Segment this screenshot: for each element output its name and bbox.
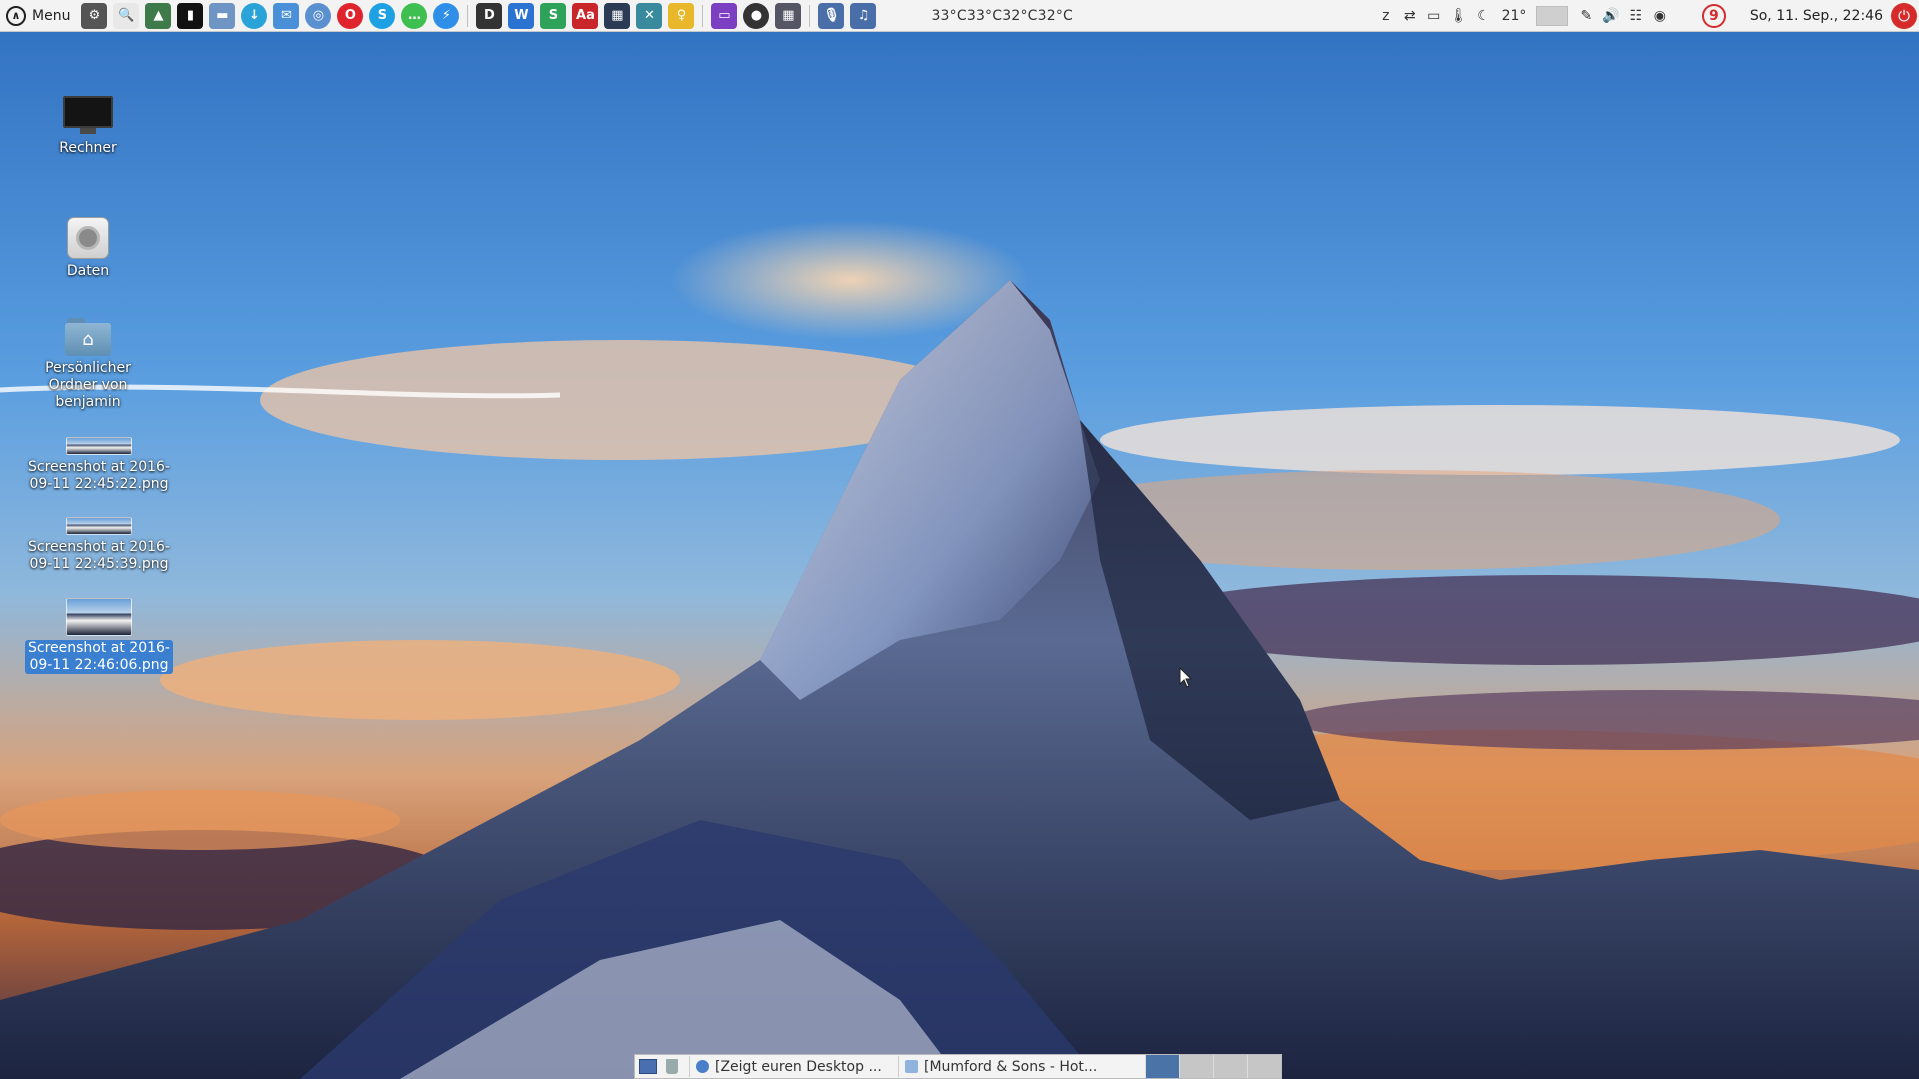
image-thumbnail-icon (66, 598, 132, 636)
pdf-reader-icon[interactable]: Aa (572, 2, 599, 29)
media-player-icon[interactable]: ● (743, 2, 770, 29)
system-tray: z ⇄ ▭ 🌡 ☾ 21° ✎ 🔊 ☷ ◉ 9 So, 11. Sep., 22:46 ⏻ (1374, 0, 1919, 32)
skype-icon[interactable]: S (369, 2, 396, 29)
mixer-icon[interactable]: ☷ (1624, 4, 1648, 28)
bottom-panel: [Zeigt euren Desktop ... [Mumford & Sons… (634, 1054, 1282, 1079)
trash-button[interactable] (661, 1056, 683, 1077)
image-viewer-icon[interactable]: ▲ (145, 2, 172, 29)
menu-logo-icon: ∧ (6, 5, 26, 26)
desktop-icon-home-folder[interactable]: ⌂ Persönlicher Ordner von benjamin (33, 318, 143, 411)
writer-icon[interactable]: W (508, 2, 535, 29)
home-folder-icon: ⌂ (65, 318, 111, 356)
image-thumbnail-icon (66, 517, 132, 535)
desktop-icon-label: Daten (64, 263, 112, 280)
power-icon[interactable]: ⏻ (1891, 2, 1917, 29)
browser-icon[interactable]: ◎ (305, 2, 332, 29)
calculator-icon[interactable]: ▦ (604, 2, 631, 29)
panel-separator (809, 4, 811, 27)
document-icon (905, 1060, 918, 1073)
desktop-icon-label-line: Rechner (59, 140, 117, 156)
desktop-icon-label: Persönlicher Ordner von benjamin (42, 360, 134, 411)
keyring-icon[interactable]: ♀ (668, 2, 695, 29)
sleep-icon[interactable]: z (1374, 4, 1398, 28)
computer-icon (63, 96, 113, 136)
desktop-icon-label-line: Persönlicher (45, 360, 131, 376)
desktop-icon-label: Screenshot at 2016- 09-11 22:45:22.png (25, 459, 173, 493)
opera-icon[interactable]: O (337, 2, 364, 29)
workspace-4[interactable] (1247, 1055, 1281, 1078)
menu-label: Menu (32, 7, 71, 24)
search-icon[interactable]: 🔍 (113, 2, 140, 29)
file-manager-icon[interactable]: ▬ (209, 2, 236, 29)
spreadsheet-icon[interactable]: S (540, 2, 567, 29)
chat-icon[interactable]: … (401, 2, 428, 29)
cpu-graph[interactable] (1532, 4, 1572, 28)
show-desktop-icon (639, 1059, 657, 1074)
top-panel: ∧ Menu ⚙ 🔍 ▲ ▮ ▬ ↓ ✉ ◎ O S… ⚡ D W S Aa ▦ ✕ ♀ ▭ ● ▦ 🎙 ♫ 33°C… (0, 0, 1919, 32)
launcher-group-audio: 🎙 ♫ (815, 0, 879, 32)
pen-icon[interactable]: ✎ (1574, 4, 1598, 28)
launcher-group-office: D W S Aa ▦ ✕ ♀ (473, 0, 697, 32)
menu-button[interactable]: ∧ Menu (0, 0, 78, 32)
drive-icon (67, 217, 109, 259)
system-settings-icon[interactable]: ⚙ (81, 2, 108, 29)
weather-moon-icon[interactable]: ☾ (1472, 4, 1496, 28)
desktop-icon-label-line: Screenshot at 2016- (27, 459, 170, 475)
show-desktop-button[interactable] (637, 1056, 659, 1077)
launcher-group-system: ▭ ● ▦ (708, 0, 804, 32)
workspace-2[interactable] (1179, 1055, 1213, 1078)
trash-icon (666, 1059, 678, 1074)
workspace-1[interactable] (1145, 1055, 1179, 1078)
sync-icon[interactable]: ◉ (1648, 4, 1672, 28)
monitor-icon[interactable]: ▭ (1422, 4, 1446, 28)
desktop-icon-label-line: Daten (66, 263, 110, 279)
notifications-button[interactable]: 9 (1698, 3, 1730, 28)
launcher-group-internet: ⚙ 🔍 ▲ ▮ ▬ ↓ ✉ ◎ O S… ⚡ (78, 0, 462, 32)
image-thumbnail-icon (66, 437, 132, 455)
desktop-icon-label-line: 09-11 22:45:22.png (29, 476, 169, 492)
desktop-wallpaper (0, 0, 1919, 1079)
desktop-icon-rechner[interactable]: Rechner (48, 96, 128, 157)
display-icon[interactable]: ▭ (711, 2, 738, 29)
desktop-icon-label-line: Screenshot at 2016- (27, 640, 170, 656)
document-icon[interactable]: D (476, 2, 503, 29)
desktop-icon-label: Screenshot at 2016- 09-11 22:45:39.png (25, 539, 173, 573)
music-icon[interactable]: ♫ (850, 2, 877, 29)
microphone-icon[interactable]: 🎙 (818, 2, 845, 29)
panel-separator (702, 4, 704, 27)
taskbar-window-2[interactable]: [Mumford & Sons - Hot... (898, 1056, 1107, 1077)
desktop-icon-label-line: 09-11 22:46:06.png (29, 657, 169, 673)
messenger-icon[interactable]: ⚡ (433, 2, 460, 29)
cpu-temperatures: 33°C33°C32°C32°C (931, 7, 1074, 24)
workspace-grid-icon[interactable]: ▦ (775, 2, 802, 29)
weather-temperature[interactable]: 21° (1498, 4, 1531, 28)
desktop-icon-label: Rechner (56, 140, 120, 157)
thermometer-icon[interactable]: 🌡 (1446, 4, 1472, 28)
desktop-icon-daten[interactable]: Daten (48, 217, 128, 280)
panel-clock[interactable]: So, 11. Sep., 22:46 (1732, 8, 1889, 24)
panel-separator (467, 4, 469, 27)
network-manager-icon[interactable]: ⇄ (1398, 4, 1422, 28)
desktop-icon-label-line: benjamin (55, 394, 121, 410)
taskbar-window-label: [Zeigt euren Desktop ... (715, 1058, 882, 1075)
desktop-icon-screenshot-1[interactable]: Screenshot at 2016- 09-11 22:45:22.png (24, 437, 174, 493)
mouse-cursor-icon (1179, 667, 1193, 688)
terminal-icon[interactable]: ▮ (177, 2, 204, 29)
mail-icon[interactable]: ✉ (273, 2, 300, 29)
taskbar-window-label: [Mumford & Sons - Hot... (924, 1058, 1098, 1075)
desktop-icon-screenshot-2[interactable]: Screenshot at 2016- 09-11 22:45:39.png (24, 517, 174, 573)
volume-icon[interactable]: 🔊 (1598, 4, 1623, 28)
browser-icon (696, 1060, 709, 1073)
desktop-icon-label-line: Ordner von (48, 377, 128, 393)
workspace-switcher (1145, 1055, 1281, 1078)
download-icon[interactable]: ↓ (241, 2, 268, 29)
notification-count: 9 (1701, 3, 1726, 28)
desktop-icon-label-line: Screenshot at 2016- (27, 539, 170, 555)
taskbar-window-1[interactable]: [Zeigt euren Desktop ... (689, 1056, 892, 1077)
desktop-icon-label-line: 09-11 22:45:39.png (29, 556, 169, 572)
tools-icon[interactable]: ✕ (636, 2, 663, 29)
workspace-3[interactable] (1213, 1055, 1247, 1078)
desktop-icon-label: Screenshot at 2016- 09-11 22:46:06.png (24, 640, 173, 674)
desktop-icon-screenshot-3[interactable]: Screenshot at 2016- 09-11 22:46:06.png (24, 598, 174, 674)
